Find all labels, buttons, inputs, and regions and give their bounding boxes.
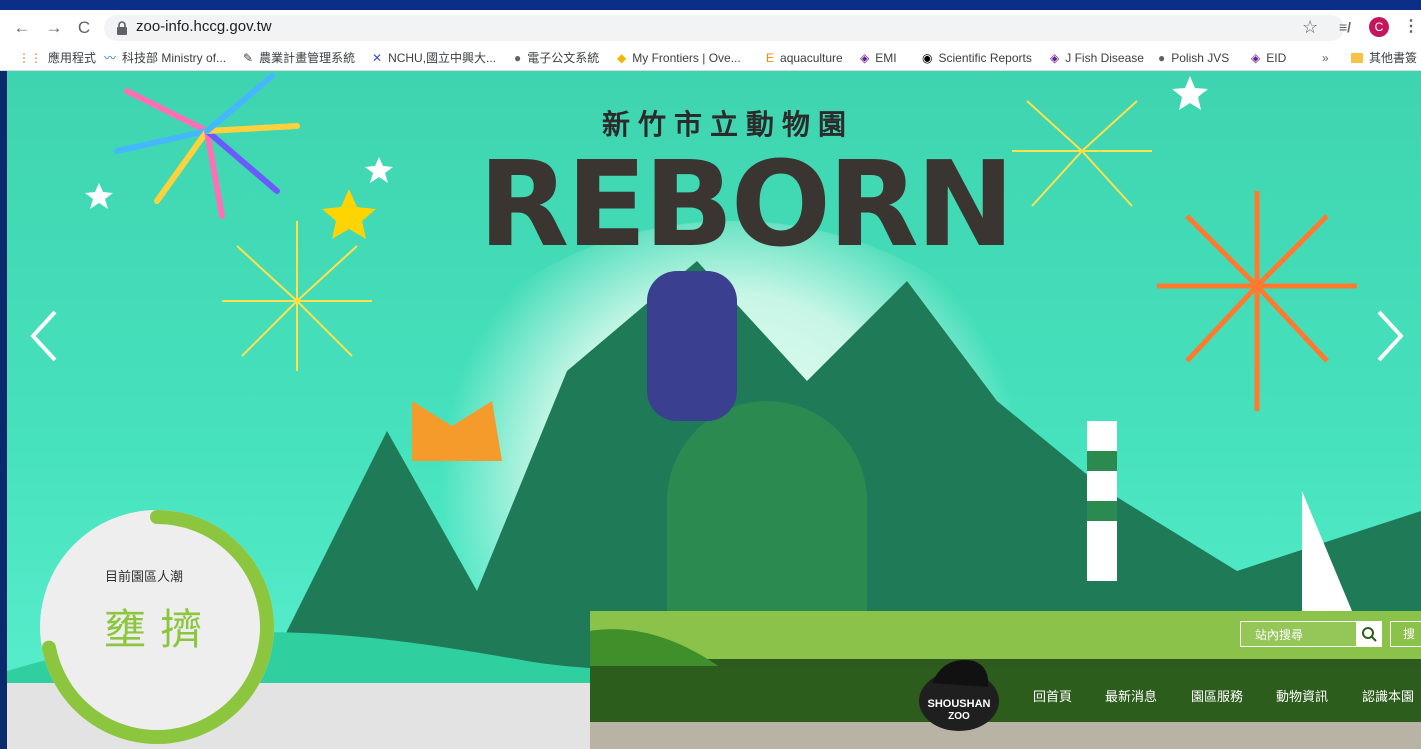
firework-orange [1157,191,1357,411]
frontiers-icon: ◆ [617,51,627,65]
nav-item-services[interactable]: 園區服務 [1191,686,1243,705]
bookmark-item[interactable]: ⋮⋮ 應用程式 [18,49,96,67]
star-icon [322,189,376,239]
lock-icon [117,21,127,35]
bookmark-label: EMI [875,51,897,65]
bookmark-label: aquaculture [780,51,843,65]
bookmark-item[interactable]: ◈ EMI [860,49,897,67]
bookmark-label: 農業計畫管理系統 [259,51,356,65]
bookmark-label: J Fish Disease [1065,51,1144,65]
bookmark-item[interactable]: ✎ 農業計畫管理系統 [243,49,355,67]
search-extra-button[interactable]: 搜 [1390,621,1421,647]
globe-icon: ● [514,51,522,65]
address-bar[interactable] [104,15,1344,41]
crowd-label: 目前園區人潮 [105,569,184,584]
bear [647,271,737,421]
reload-icon[interactable]: C [73,17,95,39]
wiley-icon: ◈ [1050,51,1060,65]
bookmarks-overflow-icon[interactable]: » [1322,49,1329,67]
bookmark-item[interactable]: ◆ My Frontiers | Ove... [617,49,741,67]
title-bar [0,0,1421,10]
bookmark-item[interactable]: 〰科技部 Ministry of... [104,49,226,67]
forward-arrow-icon[interactable]: → [43,17,65,39]
firework-left [114,73,300,219]
profile-avatar[interactable]: C [1369,17,1389,37]
bookmark-star-icon[interactable]: ☆ [1302,17,1318,38]
bookmark-item[interactable]: ◉ Scientific Reports [922,49,1032,67]
hero-title: REBORN [478,135,1014,273]
wiley-icon: ◈ [860,51,870,65]
wiley-icon: ◈ [1251,51,1261,65]
shoushan-zoo-window: 站內搜尋 搜 SHOUSHAN ZOO 回首頁 最新消息 園區服務 動物資訊 認… [590,611,1421,749]
most-logo-icon: 〰 [104,51,117,65]
nav-item-home[interactable]: 回首頁 [1033,686,1072,705]
star-icon [85,183,113,209]
bookmark-label: 電子公文系統 [527,51,600,65]
star-icon [1172,76,1208,110]
other-bookmarks[interactable]: 其他書簽 [1351,49,1417,67]
extension-icon[interactable]: ≡/ [1339,19,1351,35]
globe-icon: ● [1158,51,1166,65]
nav-item-about[interactable]: 認識本園 [1362,686,1414,705]
bookmark-item[interactable]: ● 電子公文系統 [514,49,599,67]
shoushan-content-preview [590,722,1421,749]
bookmark-item[interactable]: ◈ J Fish Disease [1050,49,1144,67]
apps-grid-icon: ⋮⋮ [18,51,42,65]
logo-text-1: SHOUSHAN [928,698,991,710]
nchu-logo-icon: ✕ [372,51,383,65]
back-arrow-icon[interactable]: ← [11,17,33,39]
bookmark-label: 應用程式 [48,51,97,65]
crowd-status: 壅擠 [104,606,217,653]
site-search-input[interactable]: 站內搜尋 [1240,621,1360,647]
bookmark-label: EID [1266,51,1287,65]
bookmark-item[interactable]: ✕ NCHU,國立中興大... [372,49,496,67]
bookmark-label: NCHU,國立中興大... [388,51,497,65]
url-text[interactable]: zoo-info.hccg.gov.tw [136,18,272,35]
greenhouse-dome [667,401,867,611]
menu-kebab-icon[interactable]: ⋮ [1403,16,1419,36]
logo-text-2: ZOO [948,711,970,722]
elsevier-icon: E [766,51,775,65]
shoushan-zoo-logo[interactable]: SHOUSHAN ZOO [914,643,1004,735]
folder-icon [1351,53,1363,63]
nav-item-news[interactable]: 最新消息 [1105,686,1157,705]
bookmark-label: 科技部 Ministry of... [122,51,227,65]
firework-yellow-left [222,221,372,371]
bookmark-item[interactable]: Eaquaculture [766,49,843,67]
nature-icon: ◉ [922,51,933,65]
star-icon [365,157,393,183]
bookmark-label: Polish JVS [1171,51,1230,65]
edit-note-icon: ✎ [243,51,254,65]
nav-item-animals[interactable]: 動物資訊 [1276,686,1328,705]
bookmark-item[interactable]: ● Polish JVS [1158,49,1229,67]
carousel-prev-icon[interactable] [25,306,65,366]
bookmark-label: My Frontiers | Ove... [632,51,741,65]
tiger [412,401,502,461]
bookmark-label: Scientific Reports [938,51,1032,65]
search-icon[interactable] [1356,621,1382,647]
bookmark-item[interactable]: ◈ EID [1251,49,1286,67]
carousel-next-icon[interactable] [1369,306,1409,366]
